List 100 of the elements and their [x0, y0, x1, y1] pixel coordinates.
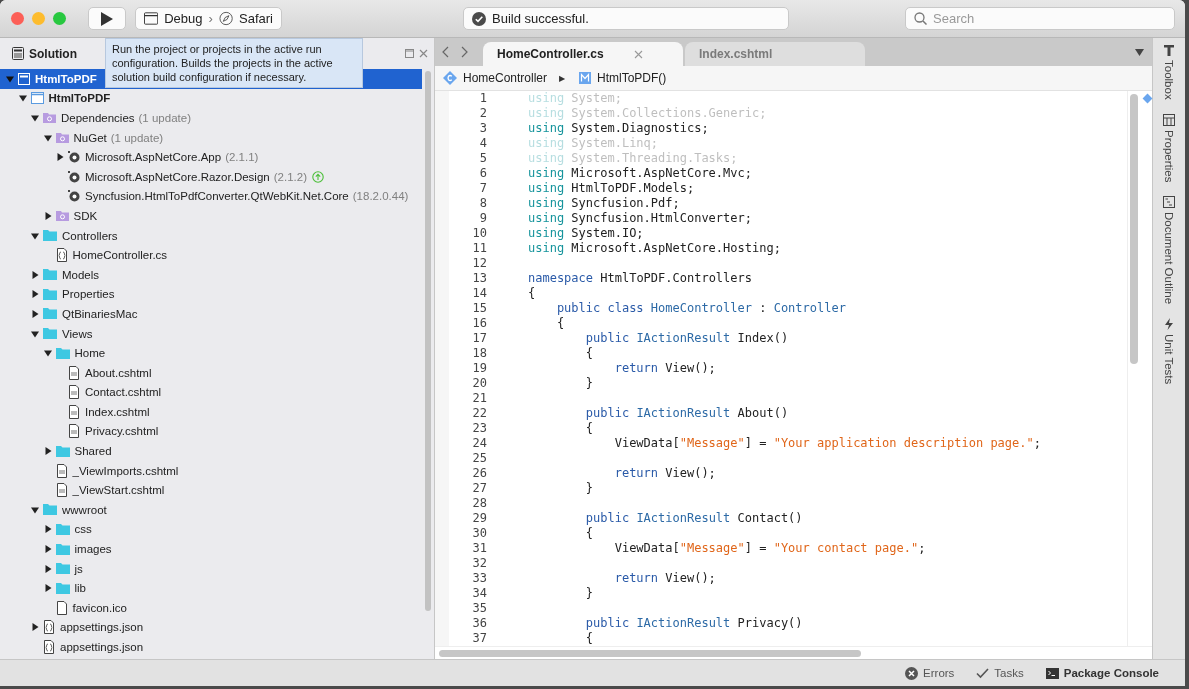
tree-item[interactable]: NuGet — [73, 131, 107, 144]
tree-item[interactable]: favicon.ico — [72, 601, 127, 614]
panel-title: Solution — [29, 46, 77, 61]
tree-item[interactable]: Models — [62, 268, 100, 281]
tree-item[interactable]: images — [74, 543, 112, 556]
code-line: { — [528, 286, 536, 301]
code-line: using System.Linq; — [528, 136, 659, 151]
tree-item[interactable]: _ViewStart.cshtml — [72, 484, 165, 497]
code-file-icon — [55, 248, 68, 263]
editor-tab[interactable]: HomeController.cs — [483, 42, 683, 66]
tree-item[interactable]: lib — [74, 582, 86, 595]
tree-item[interactable]: css — [74, 523, 92, 536]
item-note: (18.2.0.44) — [352, 190, 409, 203]
tree-item[interactable]: HtmlToPDF — [48, 92, 111, 105]
bookmark-marker — [1142, 93, 1153, 104]
line-number: 9 — [478, 211, 487, 226]
terminal-icon[interactable] — [1045, 667, 1059, 679]
package-folder-icon — [55, 210, 69, 222]
close-icon[interactable] — [419, 49, 428, 58]
tree-item[interactable]: appsettings.json — [60, 621, 144, 634]
line-number: 17 — [471, 331, 487, 346]
line-number: 31 — [471, 541, 487, 556]
line-number: 23 — [471, 421, 487, 436]
status-bar-tab[interactable]: Tasks — [994, 667, 1024, 679]
tree-item[interactable]: SDK — [73, 209, 98, 222]
folder-icon — [55, 582, 70, 594]
hammer-icon[interactable] — [1163, 44, 1175, 56]
line-number: 12 — [471, 256, 487, 271]
scrollbar[interactable] — [439, 650, 861, 657]
scrollbar[interactable] — [425, 71, 431, 611]
tree-item[interactable]: appsettings.json — [60, 641, 144, 653]
line-number: 15 — [471, 301, 487, 316]
status-bar-tab[interactable]: Errors — [923, 667, 955, 679]
tab-label: HomeController.cs — [497, 47, 604, 61]
side-tab[interactable]: Document Outline — [1163, 212, 1175, 305]
line-number: 1 — [478, 91, 487, 106]
breadcrumb-item[interactable]: HtmlToPDF() — [597, 71, 667, 85]
method-icon — [579, 72, 592, 84]
tree-item[interactable]: QtBinariesMac — [62, 307, 138, 320]
tree-item[interactable]: About.cshtml — [85, 366, 152, 379]
line-number: 28 — [471, 496, 487, 511]
grid-icon[interactable] — [1163, 113, 1175, 126]
tree-item[interactable]: HtmlToPDF — [35, 72, 97, 85]
tree-item[interactable]: Controllers — [62, 229, 118, 242]
package-folder-icon — [43, 112, 56, 124]
back-icon[interactable] — [441, 46, 449, 58]
tree-item[interactable]: Home — [74, 347, 106, 360]
search-field[interactable]: Search — [905, 7, 1175, 30]
configuration-selector[interactable]: Debug › Safari — [135, 7, 282, 30]
side-tab[interactable]: Toolbox — [1163, 60, 1175, 100]
tree-item[interactable]: Shared — [74, 445, 112, 458]
line-number: 11 — [471, 241, 487, 256]
line-number: 13 — [471, 271, 487, 286]
line-number: 18 — [471, 346, 487, 361]
close-icon[interactable] — [633, 49, 643, 59]
tree-item[interactable]: Microsoft.AspNetCore.Razor.Design — [85, 170, 270, 183]
tree-item[interactable]: _ViewImports.cshtml — [72, 464, 179, 477]
lightning-icon[interactable] — [1163, 318, 1175, 331]
breadcrumb-item[interactable]: HomeController — [463, 71, 548, 85]
code-line: ViewData["Message"] = "Your contact page."; — [613, 541, 926, 556]
tree-item[interactable]: HomeController.cs — [72, 249, 168, 262]
scrollbar[interactable] — [1130, 94, 1138, 364]
tree-item[interactable]: Index.cshtml — [85, 405, 150, 418]
line-number: 30 — [471, 526, 487, 541]
maximize-icon[interactable] — [405, 49, 414, 58]
code-line: using System.Diagnostics; — [528, 121, 709, 136]
side-tab[interactable]: Unit Tests — [1163, 334, 1175, 385]
package-icon — [68, 151, 80, 164]
tree-item[interactable]: Privacy.cshtml — [85, 425, 159, 438]
line-number: 26 — [471, 466, 487, 481]
checkmark-icon — [472, 11, 486, 26]
tree-item[interactable]: Views — [62, 327, 93, 340]
folder-icon — [43, 269, 57, 281]
package-folder-icon — [55, 132, 69, 144]
line-number: 3 — [478, 121, 487, 136]
run-button[interactable] — [88, 7, 126, 30]
error-icon[interactable] — [905, 666, 919, 680]
tree-item[interactable]: Dependencies — [61, 112, 135, 124]
tree-item[interactable]: wwwroot — [62, 503, 107, 516]
folder-icon — [43, 504, 57, 516]
tree-item[interactable]: Syncfusion.HtmlToPdfConverter.QtWebKit.Net.Core — [85, 190, 349, 203]
side-tab[interactable]: Properties — [1163, 129, 1175, 183]
file-icon — [55, 600, 68, 615]
line-number: 10 — [471, 226, 487, 241]
line-number: 5 — [478, 151, 487, 166]
dropdown-icon[interactable] — [1135, 48, 1144, 56]
folder-icon — [55, 347, 70, 359]
tree-item[interactable]: Contact.cshtml — [85, 386, 162, 399]
folder-icon — [43, 328, 57, 339]
line-number: 6 — [478, 166, 487, 181]
checkmark-icon[interactable] — [976, 667, 990, 679]
code-file-icon — [43, 640, 55, 654]
tree-item[interactable]: js — [74, 562, 83, 575]
forward-icon[interactable] — [461, 46, 469, 58]
status-bar-tab[interactable]: Package Console — [1063, 667, 1159, 679]
tree-item[interactable]: Microsoft.AspNetCore.App — [85, 151, 222, 164]
package-icon — [68, 170, 80, 183]
outline-icon[interactable] — [1163, 196, 1175, 209]
code-line: public IActionResult Index() — [584, 331, 789, 346]
tree-item[interactable]: Properties — [62, 288, 115, 301]
